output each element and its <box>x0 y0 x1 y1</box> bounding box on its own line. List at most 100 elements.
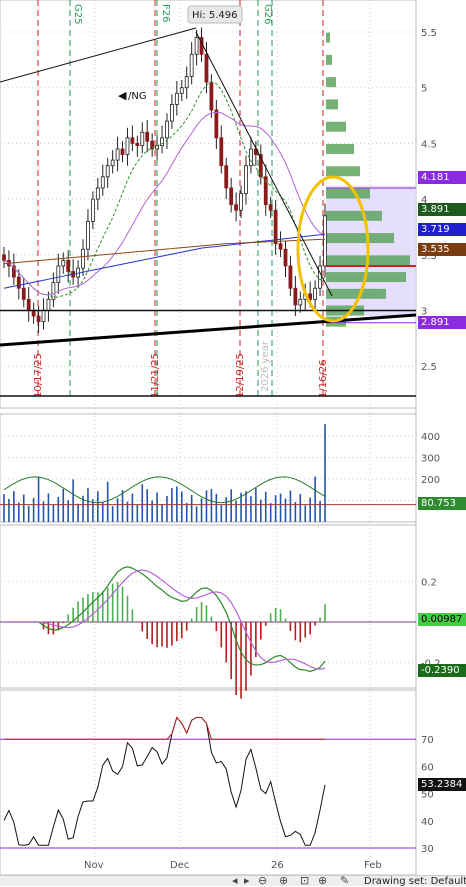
volume-profile-bar <box>326 210 382 221</box>
candle-body <box>209 81 214 111</box>
panel-frame-2 <box>0 524 417 689</box>
macd-value-tag: 0.00987 <box>418 613 466 626</box>
volume-profile-bar <box>326 77 336 88</box>
expiry-date-label: 12/19/25 <box>235 353 246 398</box>
candle-body <box>219 137 224 167</box>
volume-profile-bar <box>326 99 338 110</box>
volume-profile-bar <box>326 121 346 132</box>
candle-body <box>110 159 115 167</box>
high-label-text: Hi: 5.496 <box>192 10 237 21</box>
candle-body <box>66 259 71 272</box>
candle-body <box>170 104 174 122</box>
candle-body <box>224 165 229 189</box>
volume-profile-bar <box>326 233 394 244</box>
volume-tick-label: 200 <box>421 475 440 486</box>
price-tag-3891: 3.891 <box>418 203 466 216</box>
expiry-date-label: 10/17/25 <box>33 353 44 398</box>
volume-tick-label: 400 <box>421 432 440 443</box>
rsi-tick-label: 60 <box>421 762 434 773</box>
candle-body <box>21 287 26 300</box>
candle-body <box>125 137 130 155</box>
price-tick-label: 2.5 <box>421 362 437 373</box>
year-marker-label: 2026 year <box>260 340 271 392</box>
candle-body <box>229 187 234 206</box>
rsi-tick-label: 40 <box>421 817 434 828</box>
candle-body <box>313 287 318 300</box>
candle-body <box>268 204 273 211</box>
time-axis-label: Nov <box>84 860 104 871</box>
candle-body <box>16 276 21 289</box>
roll-contract-label: G26 <box>262 4 273 24</box>
chart-footer-toolbar: ◂ ▸ ⊖ ⊕ ⊡ ⊕ ✎ Drawing set: Default <box>0 874 466 887</box>
volume-profile-bar <box>326 54 332 65</box>
price-tag-3535: 3.535 <box>418 243 466 256</box>
drawing-pencil-icon[interactable]: ✎ <box>340 874 349 887</box>
fit-icon[interactable]: ⊡ <box>300 874 309 887</box>
macd-tick-label: 0.2 <box>421 577 437 588</box>
expiry-date-label: 11/21/25 <box>150 353 161 398</box>
candle-body <box>115 148 120 161</box>
zoom-out-icon[interactable]: ⊖ <box>258 874 267 887</box>
candle-body <box>140 131 145 147</box>
symbol-label: /NG <box>128 91 147 102</box>
candle-body <box>130 137 135 144</box>
candle-body <box>160 137 164 147</box>
price-tag-2891: 2.891 <box>418 316 466 329</box>
candle-body <box>46 298 51 311</box>
candle-body <box>278 243 283 250</box>
candle-body <box>165 120 169 139</box>
scroll-left-icon[interactable]: ◂ <box>232 874 238 887</box>
candle-body <box>323 215 327 267</box>
candle-body <box>61 259 66 267</box>
time-axis-label: Dec <box>170 860 189 871</box>
price-tag-4181: 4.181 <box>418 171 466 184</box>
roll-contract-label: F26 <box>160 4 171 22</box>
candle-body <box>273 209 278 245</box>
candle-body <box>298 298 303 306</box>
volume-profile-bar <box>326 166 360 177</box>
time-axis-label: Feb <box>364 860 382 871</box>
candle-body <box>283 248 288 267</box>
expiry-date-label: 1/16/26 <box>318 359 329 398</box>
candle-body <box>86 220 90 250</box>
volume-profile-bar <box>326 32 330 43</box>
volume-profile-bar <box>326 143 354 154</box>
price-tick-label: 5.5 <box>421 28 437 39</box>
drawing-set-label[interactable]: Drawing set: Default <box>364 876 466 887</box>
rsi-tick-label: 70 <box>421 735 434 746</box>
candle-body <box>194 37 199 55</box>
panel-frame-1 <box>0 413 417 523</box>
rsi-value-tag: 53.2384 <box>418 778 466 791</box>
crosshair-icon[interactable]: ⊕ <box>318 874 327 887</box>
price-tick-label: 4.5 <box>421 139 437 150</box>
candle-body <box>145 131 150 142</box>
candle-body <box>234 204 239 211</box>
volume-tick-label: 300 <box>421 454 440 465</box>
candle-body <box>318 265 322 289</box>
macd-signal-tag: -0.2390 <box>418 664 466 677</box>
zoom-in-icon[interactable]: ⊕ <box>279 874 288 887</box>
candle-body <box>36 315 41 323</box>
volume-value-tag: 80.753 <box>418 497 466 510</box>
candle-body <box>120 148 125 155</box>
candle-body <box>41 310 46 323</box>
candle-body <box>174 92 179 105</box>
volume-profile-bar <box>326 188 370 199</box>
time-axis-label: 26 <box>271 860 284 871</box>
volume-profile-bar <box>326 288 386 299</box>
candle-body <box>288 265 293 289</box>
candle-body <box>179 87 184 94</box>
candle-body <box>31 310 36 317</box>
candle-body <box>244 165 248 194</box>
candle-body <box>249 148 253 167</box>
panel-frame-3 <box>0 689 417 876</box>
candle-body <box>56 265 61 284</box>
candle-body <box>293 287 298 306</box>
candle-body <box>204 53 209 83</box>
candle-body <box>135 142 140 147</box>
candle-body <box>90 198 95 222</box>
scroll-right-icon[interactable]: ▸ <box>244 874 250 887</box>
candle-body <box>214 109 219 139</box>
price-tick-label: 5 <box>421 84 427 95</box>
roll-contract-label: G25 <box>72 4 83 24</box>
